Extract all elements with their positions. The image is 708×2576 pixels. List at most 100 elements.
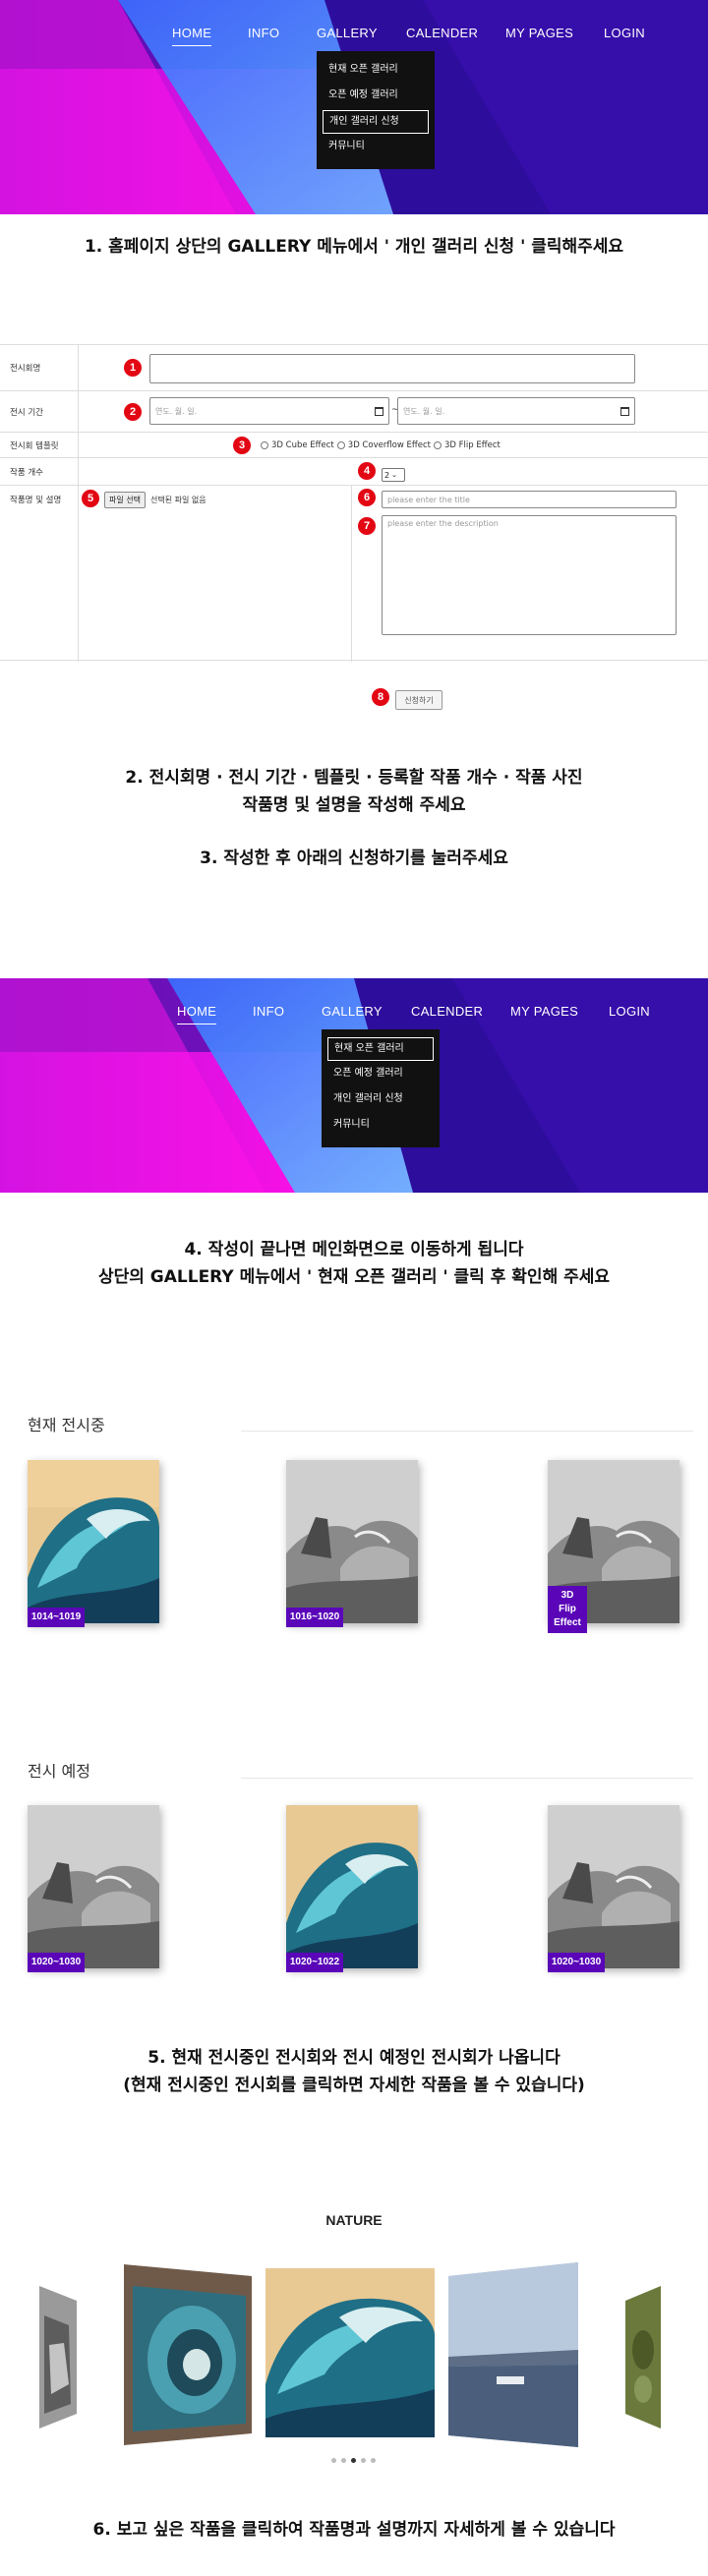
gallery-dropdown: 현재 오픈 갤러리 오픈 예정 갤러리 개인 갤러리 신청 커뮤니티 — [322, 1029, 440, 1147]
template-badge: 3D Flip Effect — [548, 1586, 587, 1633]
nav-login[interactable]: LOGIN — [604, 26, 645, 40]
hero-banner-2: HOME INFO GALLERY CALENDER MY PAGES LOGI… — [0, 978, 708, 1193]
nav-gallery[interactable]: GALLERY — [317, 26, 378, 40]
nav-home[interactable]: HOME — [172, 26, 212, 46]
count-value: 2 — [384, 470, 390, 480]
carousel-dot[interactable] — [341, 2458, 346, 2463]
exhibition-date-badge: 1020~1022 — [286, 1953, 343, 1972]
label-count: 작품 개수 — [0, 458, 79, 485]
title-placeholder: please enter the title — [387, 495, 470, 504]
carousel-dot[interactable] — [371, 2458, 376, 2463]
rock-photo-image — [28, 1805, 159, 1968]
submit-button[interactable]: 신청하기 — [395, 690, 442, 710]
label-period: 전시 기간 — [0, 391, 79, 432]
template-badge-line: Flip — [559, 1604, 576, 1614]
row-artwork: 작품명 및 설명 5 파일 선택 선택된 파일 없음 6 please ente… — [0, 486, 708, 662]
exhibition-card[interactable]: 1020~1022 — [286, 1805, 418, 1972]
carousel-slide-active[interactable] — [266, 2268, 435, 2437]
gallery-dropdown: 현재 오픈 갤러리 오픈 예정 갤러리 개인 갤러리 신청 커뮤니티 — [317, 51, 435, 169]
radio-coverflow[interactable] — [336, 441, 345, 449]
nav-info[interactable]: INFO — [253, 1004, 284, 1019]
step-5-line-1: 5. 현재 전시중인 전시회와 전시 예정인 전시회가 나옵니다 — [148, 2048, 560, 2068]
label-exhibition-name: 전시회명 — [0, 345, 79, 390]
carousel-slide[interactable] — [39, 2286, 77, 2429]
template-radio-group: 3D Cube Effect 3D Coverflow Effect 3D Fl… — [258, 440, 501, 450]
nav-info[interactable]: INFO — [248, 26, 279, 40]
rock-photo-image — [286, 1460, 418, 1623]
carousel-dot[interactable] — [331, 2458, 336, 2463]
row-template: 전시회 템플릿 3 3D Cube Effect 3D Coverflow Ef… — [0, 433, 708, 458]
nav-home[interactable]: HOME — [177, 1004, 217, 1025]
end-date-input[interactable]: 연도. 월. 일. — [397, 397, 635, 425]
template-badge-line: Effect — [554, 1617, 581, 1628]
start-date-placeholder: 연도. 월. 일. — [155, 406, 198, 416]
badge-4: 4 — [358, 462, 376, 480]
radio-cube[interactable] — [261, 441, 268, 449]
section-divider — [241, 1431, 693, 1432]
nav-my-pages[interactable]: MY PAGES — [505, 26, 573, 40]
exhibition-card[interactable]: 1016~1020 — [286, 1460, 418, 1627]
step-2-line-2: 작품명 및 설명을 작성해 주세요 — [242, 795, 466, 815]
step-2-line-1: 2. 전시회명 · 전시 기간 · 템플릿 · 등록할 작품 개수 · 작품 사… — [125, 768, 583, 788]
carousel-dot-active[interactable] — [351, 2458, 356, 2463]
label-template: 전시회 템플릿 — [0, 433, 79, 457]
badge-1: 1 — [124, 359, 142, 377]
hero-banner-1: HOME INFO GALLERY CALENDER MY PAGES LOGI… — [0, 0, 708, 214]
badge-2: 2 — [124, 403, 142, 421]
column-divider — [351, 486, 352, 662]
step-1-text: 1. 홈페이지 상단의 GALLERY 메뉴에서 ' 개인 갤러리 신청 ' 클… — [84, 237, 624, 257]
menu-community[interactable]: 커뮤니티 — [327, 1114, 434, 1138]
calendar-icon[interactable] — [620, 406, 629, 416]
upcoming-exhibitions-title: 전시 예정 — [28, 1762, 90, 1781]
menu-apply-gallery[interactable]: 개인 갤러리 신청 — [327, 1088, 434, 1112]
wave-painting-image — [28, 1460, 159, 1623]
badge-8: 8 — [372, 688, 389, 706]
nav-my-pages[interactable]: MY PAGES — [510, 1004, 578, 1019]
row-period: 전시 기간 2 연도. 월. 일. ~ 연도. 월. 일. — [0, 391, 708, 433]
calendar-icon[interactable] — [375, 406, 384, 416]
artwork-title-input[interactable]: please enter the title — [382, 491, 677, 508]
exhibition-card[interactable]: 3D Flip Effect — [548, 1460, 679, 1633]
gallery-application-form: 전시회명 1 전시 기간 2 연도. 월. 일. ~ 연도. 월. 일. 전시회… — [0, 344, 708, 662]
option-coverflow[interactable]: 3D Coverflow Effect — [348, 440, 431, 450]
exhibition-date-badge: 1020~1030 — [28, 1953, 85, 1972]
badge-5: 5 — [82, 490, 99, 507]
start-date-input[interactable]: 연도. 월. 일. — [149, 397, 389, 425]
menu-apply-gallery[interactable]: 개인 갤러리 신청 — [323, 110, 429, 134]
exhibition-card[interactable]: 1020~1030 — [28, 1805, 159, 1972]
artwork-description-textarea[interactable]: please enter the description — [382, 515, 677, 635]
menu-upcoming-gallery[interactable]: 오픈 예정 갤러리 — [323, 85, 429, 108]
exhibition-date-badge: 1016~1020 — [286, 1608, 343, 1627]
option-cube[interactable]: 3D Cube Effect — [271, 440, 334, 450]
nav-gallery[interactable]: GALLERY — [322, 1004, 383, 1019]
menu-current-gallery[interactable]: 현재 오픈 갤러리 — [327, 1037, 434, 1061]
step-6-text: 6. 보고 싶은 작품을 클릭하여 작품명과 설명까지 자세하게 볼 수 있습니… — [92, 2520, 616, 2540]
exhibition-date-badge: 1020~1030 — [548, 1953, 605, 1972]
exhibition-card[interactable]: 1020~1030 — [548, 1805, 679, 1972]
carousel-slide[interactable] — [448, 2262, 578, 2447]
step-4-line-1: 4. 작성이 끝나면 메인화면으로 이동하게 됩니다 — [184, 1240, 524, 1259]
badge-3: 3 — [233, 437, 251, 454]
file-select-button[interactable]: 파일 선택 — [104, 492, 146, 508]
file-status: 선택된 파일 없음 — [150, 496, 206, 504]
menu-upcoming-gallery[interactable]: 오픈 예정 갤러리 — [327, 1063, 434, 1086]
nav-calender[interactable]: CALENDER — [411, 1004, 483, 1019]
option-flip[interactable]: 3D Flip Effect — [444, 440, 501, 450]
nav-login[interactable]: LOGIN — [609, 1004, 650, 1019]
nav-calender[interactable]: CALENDER — [406, 26, 478, 40]
wave-painting-image — [286, 1805, 418, 1968]
exhibition-card[interactable]: 1014~1019 — [28, 1460, 159, 1627]
exhibition-date-badge: 1014~1019 — [28, 1608, 85, 1627]
carousel-slide[interactable] — [625, 2286, 661, 2429]
carousel-dot[interactable] — [361, 2458, 366, 2463]
menu-community[interactable]: 커뮤니티 — [323, 136, 429, 159]
template-badge-line: 3D — [560, 1590, 574, 1601]
carousel-slide[interactable] — [124, 2264, 252, 2445]
step-3-text: 3. 작성한 후 아래의 신청하기를 눌러주세요 — [200, 849, 508, 868]
exhibition-name-input[interactable] — [149, 354, 635, 383]
step-5-line-2: (현재 전시중인 전시회를 클릭하면 자세한 작품을 볼 수 있습니다) — [123, 2076, 585, 2095]
step-4-line-2: 상단의 GALLERY 메뉴에서 ' 현재 오픈 갤러리 ' 클릭 후 확인해 … — [97, 1267, 611, 1287]
menu-current-gallery[interactable]: 현재 오픈 갤러리 — [323, 59, 429, 83]
radio-flip[interactable] — [434, 441, 442, 449]
count-select[interactable]: 2 ⌄ — [382, 468, 405, 482]
